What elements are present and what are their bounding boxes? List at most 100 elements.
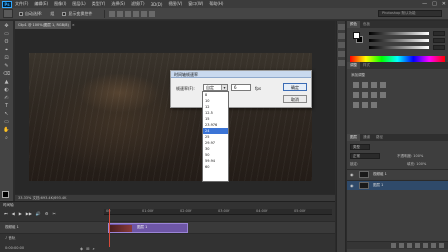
adjustment-layer-icon[interactable]: [415, 243, 420, 248]
blend-mode-select[interactable]: 正常: [350, 153, 380, 159]
align-right-icon[interactable]: [149, 10, 156, 17]
timeline-tab[interactable]: 时间轴: [3, 203, 14, 208]
color-balance-icon[interactable]: [371, 92, 377, 98]
prev-frame-icon[interactable]: ◀: [12, 211, 15, 216]
green-value[interactable]: [433, 38, 445, 43]
settings-icon[interactable]: ⚙: [45, 211, 49, 216]
zoom-tool-icon[interactable]: ⌕: [2, 135, 12, 141]
eraser-tool-icon[interactable]: ⌫: [2, 71, 12, 77]
next-frame-icon[interactable]: ▶▶: [26, 211, 32, 216]
black-white-icon[interactable]: [380, 92, 386, 98]
tab-adjustments[interactable]: 调整: [347, 62, 360, 69]
frame-rate-select[interactable]: 自定 ▾: [203, 84, 228, 91]
paragraph-icon[interactable]: [337, 51, 345, 57]
history-icon[interactable]: [337, 24, 345, 30]
mask-icon[interactable]: [407, 243, 412, 248]
align-center-icon[interactable]: [141, 10, 148, 17]
menu-help[interactable]: 帮助(H): [209, 1, 223, 7]
timeline-ruler[interactable]: 00 01:00f 02:00f 03:00f 04:00f 05:00f: [104, 209, 332, 215]
render-icon[interactable]: ⊞: [86, 246, 89, 251]
blue-value[interactable]: [433, 45, 445, 50]
brush-preset-icon[interactable]: [337, 60, 345, 66]
foreground-color-swatch[interactable]: [2, 191, 9, 198]
align-top-icon[interactable]: [109, 10, 116, 17]
menu-type[interactable]: 类型(Y): [92, 1, 106, 7]
audio-icon[interactable]: 🔊: [36, 211, 41, 216]
path-select-tool-icon[interactable]: ↖: [2, 111, 12, 117]
menu-3d[interactable]: 3D(D): [151, 2, 163, 7]
audio-track-name[interactable]: ♪ 音轨: [5, 236, 15, 241]
menu-window[interactable]: 窗口(W): [188, 1, 203, 7]
layer-filter-select[interactable]: 类型: [350, 144, 370, 150]
menu-layer[interactable]: 图层(L): [72, 1, 85, 7]
frame-rate-option[interactable]: 60: [203, 164, 228, 170]
group-icon[interactable]: [423, 243, 428, 248]
menu-edit[interactable]: 编辑(E): [34, 1, 48, 7]
minimize-button[interactable]: —: [422, 1, 427, 7]
red-value[interactable]: [433, 31, 445, 36]
hue-saturation-icon[interactable]: [362, 92, 368, 98]
panel-foreground-swatch[interactable]: [353, 32, 360, 39]
vibrance-icon[interactable]: [353, 92, 359, 98]
align-middle-icon[interactable]: [117, 10, 124, 17]
close-tab-icon[interactable]: ×: [72, 23, 75, 27]
transform-checkbox[interactable]: [62, 11, 67, 16]
opacity-field[interactable]: 不透明度: 100%: [397, 154, 423, 159]
tab-swatches[interactable]: 色板: [360, 21, 373, 28]
tab-paths[interactable]: 路径: [373, 134, 386, 141]
dodge-tool-icon[interactable]: ◐: [2, 87, 12, 93]
pen-tool-icon[interactable]: ✍: [2, 95, 12, 101]
convert-frame-icon[interactable]: ◈: [80, 246, 83, 251]
move-tool-icon[interactable]: ✥: [2, 23, 12, 29]
gradient-tool-icon[interactable]: ▲: [2, 79, 12, 85]
tool-preset-picker[interactable]: [3, 9, 13, 18]
green-slider[interactable]: [369, 39, 429, 42]
video-clip[interactable]: 图层 1: [108, 223, 188, 233]
posterize-icon[interactable]: [362, 102, 368, 108]
marquee-tool-icon[interactable]: ▭: [2, 31, 12, 37]
hand-tool-icon[interactable]: ✋: [2, 127, 12, 133]
brightness-icon[interactable]: [353, 82, 359, 88]
menu-file[interactable]: 文件(F): [15, 1, 28, 7]
video-track-name[interactable]: 视频组 1: [5, 225, 19, 230]
playhead[interactable]: [109, 209, 110, 247]
close-button[interactable]: ✕: [442, 1, 446, 7]
play-icon[interactable]: ▶: [19, 211, 22, 216]
eye-icon[interactable]: ◉: [350, 172, 355, 177]
invert-icon[interactable]: [353, 102, 359, 108]
menu-image[interactable]: 图像(I): [54, 1, 66, 7]
tab-color[interactable]: 颜色: [347, 21, 360, 28]
exposure-icon[interactable]: [380, 82, 386, 88]
maximize-button[interactable]: □: [432, 1, 437, 7]
menu-view[interactable]: 视图(V): [168, 1, 182, 7]
split-icon[interactable]: ✂: [53, 211, 56, 216]
auto-select-dropdown[interactable]: 组: [50, 11, 54, 17]
shape-tool-icon[interactable]: ▭: [2, 119, 12, 125]
threshold-icon[interactable]: [371, 102, 377, 108]
cancel-button[interactable]: 取消: [283, 95, 307, 103]
layer-row-selected[interactable]: ◉ 图层 1: [347, 180, 448, 190]
tab-channels[interactable]: 通道: [360, 134, 373, 141]
auto-select-checkbox[interactable]: [19, 11, 23, 16]
lasso-tool-icon[interactable]: ʘ: [2, 39, 12, 45]
eye-icon[interactable]: ◉: [350, 183, 355, 188]
trash-icon[interactable]: [439, 243, 444, 248]
first-frame-icon[interactable]: ⏮: [4, 211, 8, 216]
tab-styles[interactable]: 样式: [360, 62, 373, 69]
zoom-icon[interactable]: ⌕: [92, 246, 94, 251]
tab-layers[interactable]: 图层: [347, 134, 360, 141]
curves-icon[interactable]: [371, 82, 377, 88]
link-icon[interactable]: [391, 243, 396, 248]
fx-icon[interactable]: [399, 243, 404, 248]
quick-select-tool-icon[interactable]: ⌖: [2, 47, 12, 53]
new-layer-icon[interactable]: [431, 243, 436, 248]
frame-rate-input[interactable]: 6: [231, 84, 251, 91]
red-slider[interactable]: [369, 32, 429, 35]
workspace-switcher[interactable]: Photoshop 默认功能: [378, 10, 442, 17]
brush-tool-icon[interactable]: ✎: [2, 63, 12, 69]
align-bottom-icon[interactable]: [125, 10, 132, 17]
fill-field[interactable]: 填充: 100%: [407, 162, 426, 167]
layer-row[interactable]: ◉ 视频组 1: [347, 169, 448, 179]
properties-icon[interactable]: [337, 33, 345, 39]
ok-button[interactable]: 确定: [283, 83, 307, 91]
